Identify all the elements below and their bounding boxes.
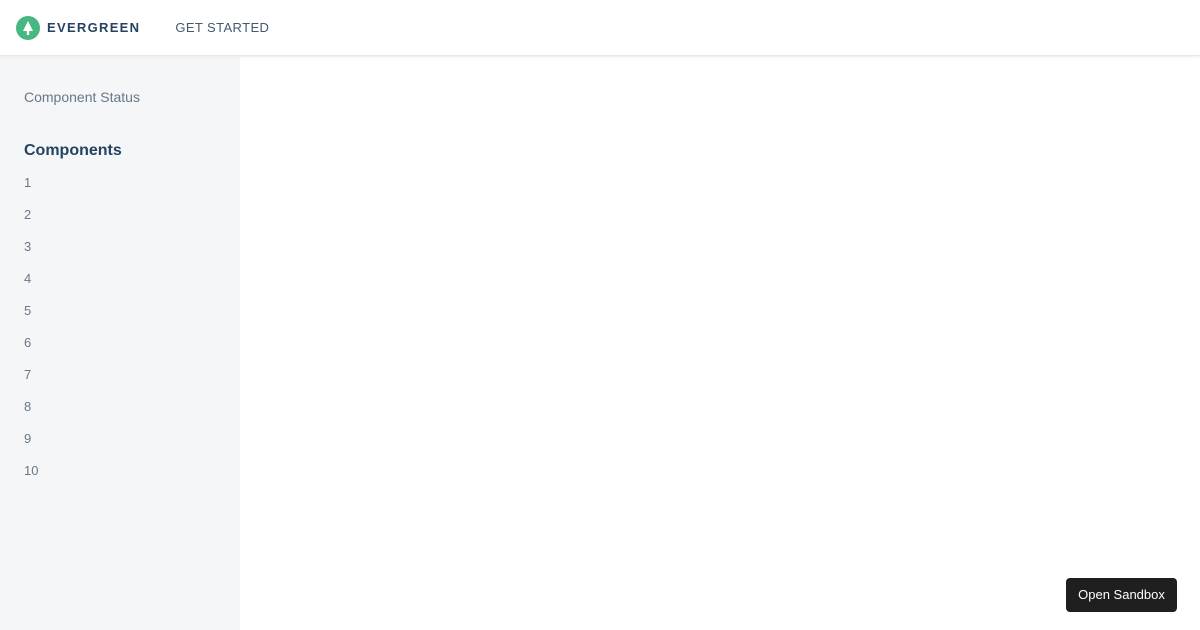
open-sandbox-button[interactable]: Open Sandbox (1066, 578, 1177, 612)
sidebar-item-9[interactable]: 9 (24, 431, 38, 463)
sidebar-item-2[interactable]: 2 (24, 207, 38, 239)
sidebar-item-4[interactable]: 4 (24, 271, 38, 303)
sidebar-item-6[interactable]: 6 (24, 335, 38, 367)
sidebar-item-7[interactable]: 7 (24, 367, 38, 399)
component-list: 1 2 3 4 5 6 7 8 9 10 (24, 175, 38, 495)
components-heading: Components (24, 142, 122, 159)
sidebar-item-10[interactable]: 10 (24, 463, 38, 495)
component-status-link[interactable]: Component Status (24, 89, 140, 105)
sidebar-item-8[interactable]: 8 (24, 399, 38, 431)
top-navigation-bar: EVERGREEN GET STARTED (0, 0, 1200, 56)
sidebar: Component Status Components 1 2 3 4 5 6 … (0, 57, 240, 630)
sidebar-item-5[interactable]: 5 (24, 303, 38, 335)
brand-name: EVERGREEN (47, 20, 141, 35)
main-content-area (240, 57, 1200, 630)
evergreen-tree-icon (16, 15, 40, 40)
sidebar-item-1[interactable]: 1 (24, 175, 38, 207)
get-started-link[interactable]: GET STARTED (175, 20, 269, 35)
evergreen-logo-link[interactable]: EVERGREEN (16, 15, 141, 40)
sidebar-item-3[interactable]: 3 (24, 239, 38, 271)
